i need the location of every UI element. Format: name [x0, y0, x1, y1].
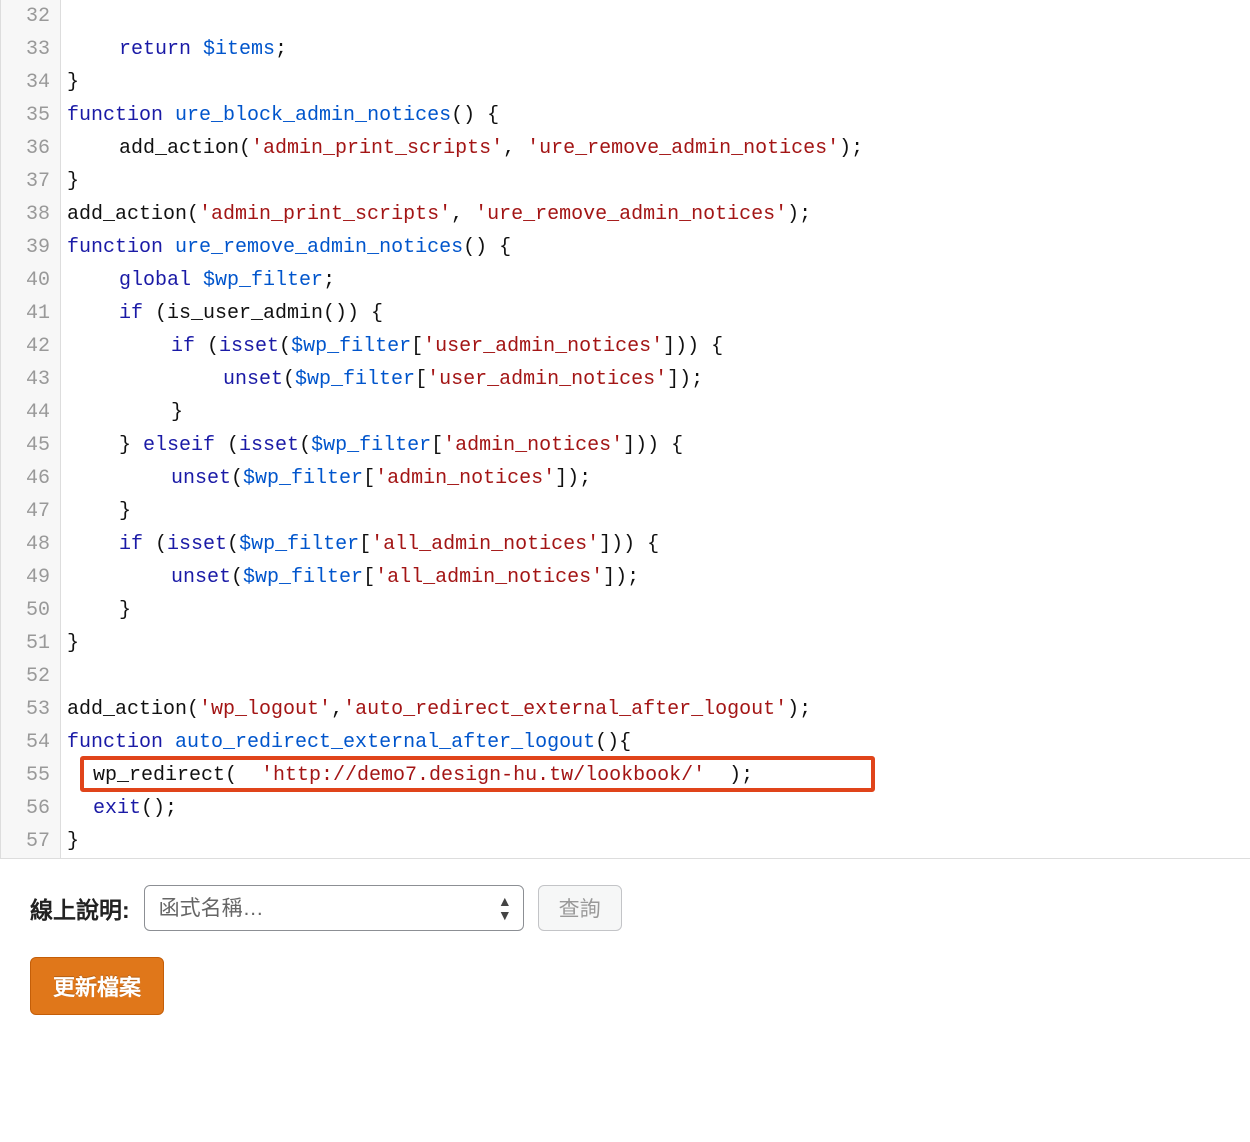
- line-number: 36: [9, 132, 50, 165]
- code-line[interactable]: }: [67, 495, 1250, 528]
- code-line[interactable]: global $wp_filter;: [67, 264, 1250, 297]
- code-line[interactable]: unset($wp_filter['user_admin_notices']);: [67, 363, 1250, 396]
- code-line[interactable]: }: [67, 66, 1250, 99]
- line-number: 42: [9, 330, 50, 363]
- line-number: 48: [9, 528, 50, 561]
- function-name-select[interactable]: 函式名稱…: [144, 885, 524, 931]
- code-line[interactable]: [67, 660, 1250, 693]
- code-line[interactable]: unset($wp_filter['admin_notices']);: [67, 462, 1250, 495]
- lookup-row: 線上說明: 函式名稱… ▲▼ 查詢: [30, 885, 622, 931]
- line-number: 34: [9, 66, 50, 99]
- code-line[interactable]: add_action('admin_print_scripts', 'ure_r…: [67, 132, 1250, 165]
- update-file-button[interactable]: 更新檔案: [30, 957, 164, 1015]
- code-line[interactable]: }: [67, 627, 1250, 660]
- line-number: 43: [9, 363, 50, 396]
- editor-controls: 線上說明: 函式名稱… ▲▼ 查詢 更新檔案: [0, 859, 1250, 1045]
- code-line[interactable]: return $items;: [67, 33, 1250, 66]
- code-line[interactable]: wp_redirect( 'http://demo7.design-hu.tw/…: [67, 759, 1250, 792]
- line-number: 46: [9, 462, 50, 495]
- line-number: 40: [9, 264, 50, 297]
- lookup-label: 線上說明:: [30, 891, 130, 925]
- code-line[interactable]: add_action('wp_logout','auto_redirect_ex…: [67, 693, 1250, 726]
- line-number: 33: [9, 33, 50, 66]
- code-content[interactable]: return $items;}function ure_block_admin_…: [61, 0, 1250, 858]
- code-line[interactable]: if (isset($wp_filter['user_admin_notices…: [67, 330, 1250, 363]
- line-number: 37: [9, 165, 50, 198]
- line-number: 55: [9, 759, 50, 792]
- line-number: 53: [9, 693, 50, 726]
- query-button[interactable]: 查詢: [538, 885, 622, 931]
- line-number: 50: [9, 594, 50, 627]
- code-line[interactable]: add_action('admin_print_scripts', 'ure_r…: [67, 198, 1250, 231]
- line-number: 41: [9, 297, 50, 330]
- line-number: 38: [9, 198, 50, 231]
- line-number: 32: [9, 0, 50, 33]
- function-select-wrap: 函式名稱… ▲▼: [144, 885, 524, 931]
- line-number: 56: [9, 792, 50, 825]
- line-number: 39: [9, 231, 50, 264]
- code-editor[interactable]: 3233343536373839404142434445464748495051…: [0, 0, 1250, 859]
- code-line[interactable]: } elseif (isset($wp_filter['admin_notice…: [67, 429, 1250, 462]
- line-number: 52: [9, 660, 50, 693]
- code-line[interactable]: function auto_redirect_external_after_lo…: [67, 726, 1250, 759]
- code-line[interactable]: unset($wp_filter['all_admin_notices']);: [67, 561, 1250, 594]
- line-number-gutter: 3233343536373839404142434445464748495051…: [1, 0, 61, 858]
- code-line[interactable]: [67, 0, 1250, 33]
- line-number: 51: [9, 627, 50, 660]
- code-line[interactable]: if (is_user_admin()) {: [67, 297, 1250, 330]
- code-line[interactable]: if (isset($wp_filter['all_admin_notices'…: [67, 528, 1250, 561]
- line-number: 44: [9, 396, 50, 429]
- code-line[interactable]: function ure_remove_admin_notices() {: [67, 231, 1250, 264]
- line-number: 54: [9, 726, 50, 759]
- line-number: 57: [9, 825, 50, 858]
- code-line[interactable]: }: [67, 825, 1250, 858]
- line-number: 47: [9, 495, 50, 528]
- line-number: 49: [9, 561, 50, 594]
- line-number: 45: [9, 429, 50, 462]
- line-number: 35: [9, 99, 50, 132]
- code-line[interactable]: }: [67, 165, 1250, 198]
- code-line[interactable]: function ure_block_admin_notices() {: [67, 99, 1250, 132]
- code-line[interactable]: }: [67, 594, 1250, 627]
- code-line[interactable]: }: [67, 396, 1250, 429]
- code-line[interactable]: exit();: [67, 792, 1250, 825]
